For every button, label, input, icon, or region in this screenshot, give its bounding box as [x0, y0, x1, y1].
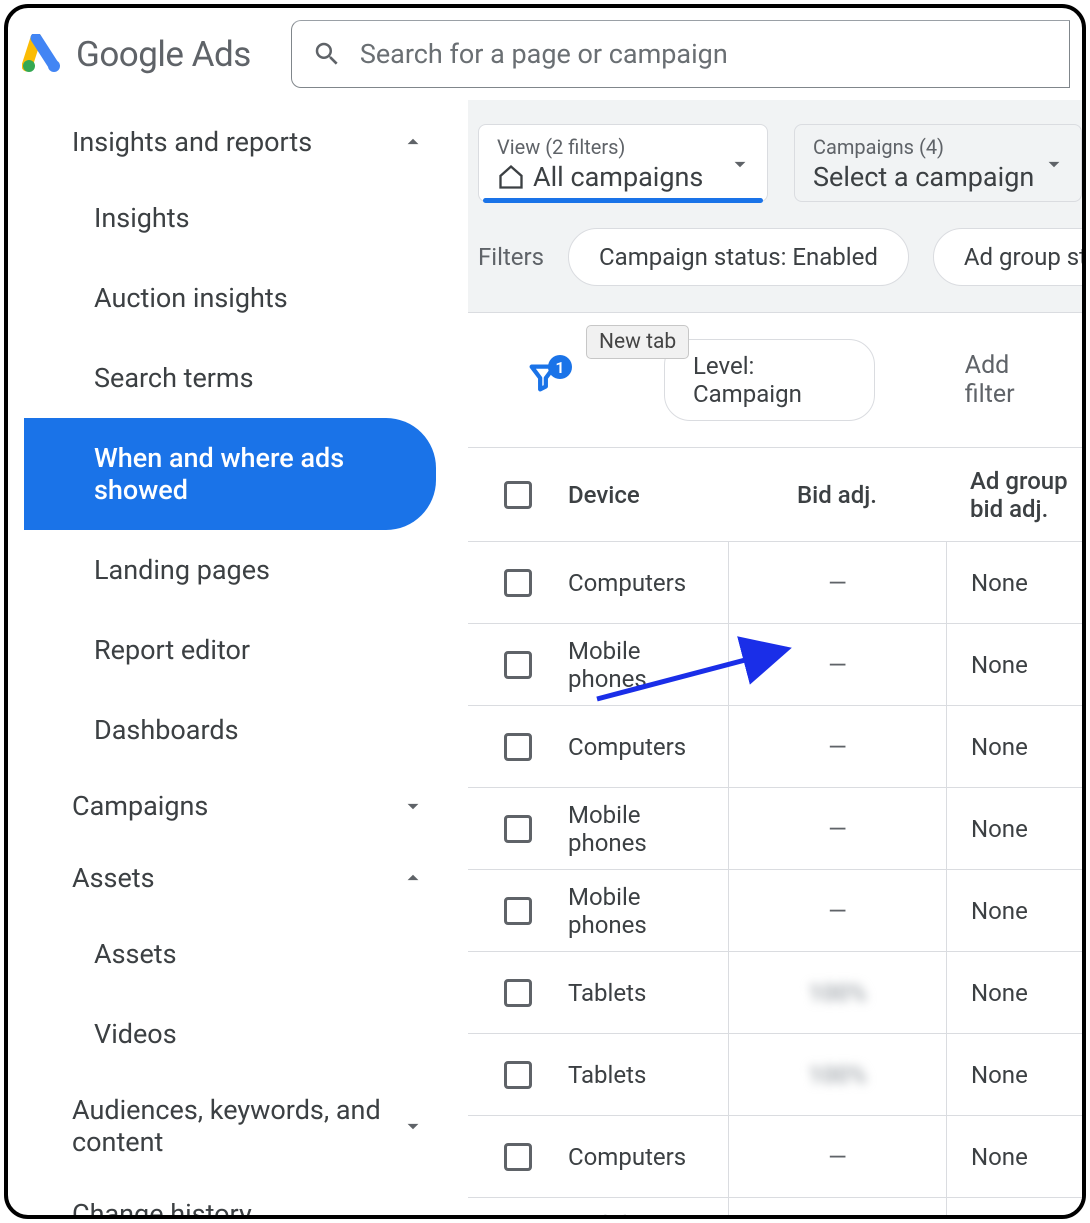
logo-text: Google Ads [76, 34, 251, 75]
cell-device: Tablets [568, 1061, 728, 1089]
cell-bid-adj[interactable]: 100% [728, 952, 946, 1033]
nav-item-landing-pages[interactable]: Landing pages [24, 530, 426, 610]
cell-bid-adj[interactable]: — [728, 1116, 946, 1197]
filter-count-badge: 1 [548, 355, 572, 379]
row-checkbox[interactable] [504, 651, 532, 679]
cell-device: Mobile phones [568, 637, 728, 693]
row-checkbox[interactable] [504, 1061, 532, 1089]
table-header-row: Device Bid adj. Ad group bid adj. [468, 448, 1082, 542]
row-checkbox[interactable] [504, 733, 532, 761]
nav-item-search-terms[interactable]: Search terms [24, 338, 426, 418]
cell-device: Mobile phones [568, 883, 728, 939]
table-row: Mobile phones—None [468, 624, 1082, 706]
row-checkbox[interactable] [504, 815, 532, 843]
cell-device: Computers [568, 733, 728, 761]
cell-bid-adj[interactable]: — [728, 870, 946, 951]
nav-item-report-editor[interactable]: Report editor [24, 610, 426, 690]
column-header-device[interactable]: Device [568, 481, 728, 509]
campaign-dropdown-value: Select a campaign [813, 161, 1063, 193]
table-row: Mobile phones—None [468, 1198, 1082, 1215]
table-row: Computers—None [468, 706, 1082, 788]
nav-item-assets[interactable]: Assets [24, 914, 426, 994]
cell-adgroup-bid-adj: None [946, 1034, 1082, 1115]
nav-item-videos[interactable]: Videos [24, 994, 426, 1074]
nav-item-when-and-where-ads-showed[interactable]: When and where ads showed [24, 418, 436, 530]
nav-item-insights[interactable]: Insights [24, 178, 426, 258]
cell-bid-adj[interactable]: — [728, 542, 946, 623]
view-dropdown-sub: View (2 filters) [497, 135, 749, 159]
column-header-adgroup-bid-adj[interactable]: Ad group bid adj. [946, 448, 1082, 541]
campaign-dropdown-sub: Campaigns (4) [813, 135, 1063, 159]
filter-chip-campaign-status[interactable]: Campaign status: Enabled [568, 228, 909, 286]
row-checkbox[interactable] [504, 897, 532, 925]
filters-row: Filters Campaign status: Enabled Ad grou… [468, 202, 1082, 312]
chevron-up-icon [400, 865, 426, 891]
filters-label: Filters [478, 243, 544, 271]
cell-adgroup-bid-adj: None [946, 1116, 1082, 1197]
add-filter-button[interactable]: Add filter [965, 351, 1052, 409]
table-filter-header: 1 New tab Level: Campaign Add filter [468, 313, 1082, 447]
chevron-down-icon [400, 793, 426, 819]
app-header: Google Ads [8, 8, 1082, 100]
cell-device: Computers [568, 569, 728, 597]
cell-bid-adj[interactable]: — [728, 1198, 946, 1215]
table-row: Computers—None [468, 1116, 1082, 1198]
cell-device: Mobile phones [568, 801, 728, 857]
chevron-down-icon [727, 151, 753, 177]
nav-group-campaigns[interactable]: Campaigns [24, 770, 446, 842]
google-ads-logo-icon [22, 34, 62, 74]
search-icon [312, 39, 342, 69]
data-panel: 1 New tab Level: Campaign Add filter Dev… [468, 312, 1082, 1215]
table-row: Computers—None [468, 542, 1082, 624]
table-row: Tablets100%None [468, 952, 1082, 1034]
cell-adgroup-bid-adj: None [946, 870, 1082, 951]
search-bar[interactable] [291, 20, 1070, 88]
sidebar: Insights and reportsInsightsAuction insi… [8, 100, 468, 1215]
cell-device: Computers [568, 1143, 728, 1171]
table-row: Tablets100%None [468, 1034, 1082, 1116]
funnel-icon[interactable]: 1 [526, 361, 560, 399]
table-row: Mobile phones—None [468, 788, 1082, 870]
level-chip[interactable]: Level: Campaign [664, 339, 875, 421]
cell-device: Mobile phones [568, 1211, 728, 1216]
nav-group-audiences-keywords-and-content[interactable]: Audiences, keywords, and content [24, 1074, 446, 1178]
table-row: Mobile phones—None [468, 870, 1082, 952]
device-table: Device Bid adj. Ad group bid adj. Comput… [468, 447, 1082, 1215]
cell-adgroup-bid-adj: None [946, 542, 1082, 623]
cell-adgroup-bid-adj: None [946, 1198, 1082, 1215]
home-icon [497, 163, 525, 191]
google-ads-logo: Google Ads [20, 34, 251, 75]
scope-toolbar: View (2 filters) All campaigns Campaigns… [468, 124, 1082, 202]
campaign-dropdown[interactable]: Campaigns (4) Select a campaign [794, 124, 1082, 202]
nav-group-change-history[interactable]: Change history [24, 1178, 446, 1215]
filter-chip-adgroup-status[interactable]: Ad group status: [933, 228, 1082, 286]
cell-bid-adj[interactable]: — [728, 706, 946, 787]
cell-adgroup-bid-adj: None [946, 952, 1082, 1033]
row-checkbox[interactable] [504, 1143, 532, 1171]
new-tab-tooltip: New tab [586, 325, 689, 359]
cell-bid-adj[interactable]: — [728, 624, 946, 705]
cell-bid-adj[interactable]: 100% [728, 1034, 946, 1115]
main-content: View (2 filters) All campaigns Campaigns… [468, 100, 1082, 1215]
nav-item-dashboards[interactable]: Dashboards [24, 690, 426, 770]
cell-bid-adj[interactable]: — [728, 788, 946, 869]
chevron-up-icon [400, 129, 426, 155]
cell-adgroup-bid-adj: None [946, 624, 1082, 705]
nav-group-assets[interactable]: Assets [24, 842, 446, 914]
select-all-checkbox[interactable] [504, 481, 532, 509]
chevron-down-icon [1041, 151, 1067, 177]
cell-adgroup-bid-adj: None [946, 706, 1082, 787]
cell-adgroup-bid-adj: None [946, 788, 1082, 869]
nav-group-insights-and-reports[interactable]: Insights and reports [24, 106, 446, 178]
nav-item-auction-insights[interactable]: Auction insights [24, 258, 426, 338]
row-checkbox[interactable] [504, 979, 532, 1007]
chevron-down-icon [400, 1113, 426, 1139]
cell-device: Tablets [568, 979, 728, 1007]
column-header-bid-adj[interactable]: Bid adj. [728, 448, 946, 541]
search-input[interactable] [360, 38, 1049, 70]
view-dropdown-value: All campaigns [497, 161, 749, 193]
view-dropdown[interactable]: View (2 filters) All campaigns [478, 124, 768, 202]
row-checkbox[interactable] [504, 569, 532, 597]
